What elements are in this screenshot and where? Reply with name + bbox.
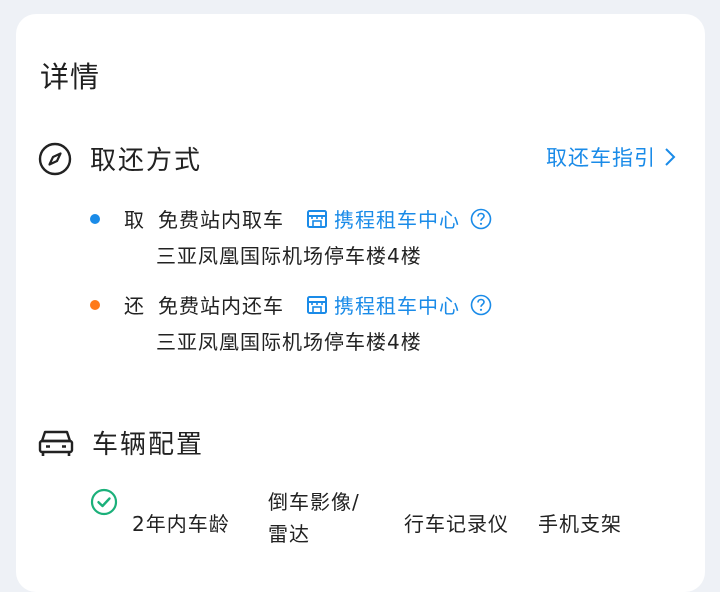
help-circle-icon[interactable] — [470, 294, 492, 316]
return-description: 免费站内还车 — [158, 294, 284, 318]
compass-icon — [38, 142, 72, 176]
pickup-kind: 取 — [124, 208, 144, 232]
feature-item: 手机支架 — [538, 512, 622, 536]
pickup-guide-link[interactable]: 取还车指引 — [546, 142, 676, 172]
page-title: 详情 — [40, 60, 101, 94]
pickup-description: 免费站内取车 — [158, 208, 284, 232]
pickup-guide-label: 取还车指引 — [546, 146, 656, 170]
check-circle-icon — [90, 488, 118, 520]
pickup-dot — [90, 214, 100, 224]
pickup-return-header: 取还方式 — [38, 140, 202, 177]
pickup-return-heading: 取还方式 — [90, 146, 203, 176]
help-circle-icon[interactable] — [470, 208, 492, 230]
vehicle-header: 车辆配置 — [38, 424, 204, 461]
car-icon — [38, 427, 74, 459]
pickup-address: 三亚凤凰国际机场停车楼4楼 — [156, 244, 422, 268]
pickup-store-link[interactable]: 携程租车中心 — [306, 204, 492, 233]
return-store-name: 携程租车中心 — [334, 294, 460, 318]
store-icon — [306, 295, 328, 315]
details-card: 详情 取还方式 取还车指引 取 免费站内取车 携程租车中心 三亚凤凰国际机场停车… — [16, 14, 705, 592]
store-icon — [306, 209, 328, 229]
chevron-right-icon — [664, 147, 676, 167]
feature-item: 行车记录仪 — [404, 512, 509, 536]
return-dot — [90, 300, 100, 310]
vehicle-heading: 车辆配置 — [92, 430, 205, 460]
feature-item: 倒车影像/雷达 — [268, 490, 360, 546]
return-kind: 还 — [124, 294, 144, 318]
return-store-link[interactable]: 携程租车中心 — [306, 290, 492, 319]
return-address: 三亚凤凰国际机场停车楼4楼 — [156, 330, 422, 354]
feature-item: 2年内车龄 — [132, 512, 230, 536]
pickup-store-name: 携程租车中心 — [334, 208, 460, 232]
